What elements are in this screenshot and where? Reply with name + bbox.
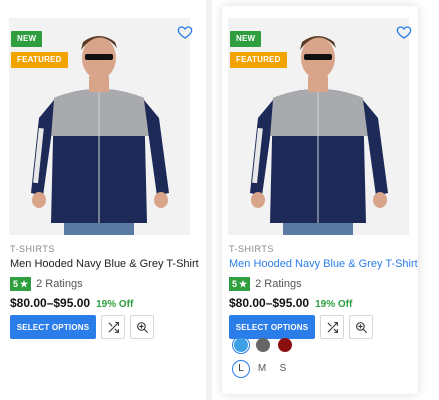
quick-view-button[interactable] — [349, 315, 373, 339]
shuffle-icon — [108, 321, 119, 333]
product-title[interactable]: Men Hooded Navy Blue & Grey T-Shirt — [10, 258, 199, 270]
shuffle-icon — [327, 321, 338, 333]
color-swatch-blue[interactable] — [234, 338, 248, 352]
heart-icon[interactable] — [177, 24, 193, 40]
rating-badge: 5 ★ — [229, 277, 251, 291]
rating-badge: 5 ★ — [10, 277, 32, 291]
discount-label: 19% Off — [315, 299, 353, 310]
rating-value: 5 — [13, 279, 19, 289]
product-image[interactable] — [9, 18, 190, 235]
new-badge: NEW — [230, 31, 262, 47]
rating-row: 5 ★ 2 Ratings — [229, 277, 302, 291]
size-option-l[interactable]: L — [232, 360, 250, 378]
size-option-s[interactable]: S — [274, 360, 292, 378]
price-row: $80.00–$95.00 19% Off — [229, 296, 352, 310]
product-card[interactable]: NEW FEATURED T-SHIRTS Men Hooded Navy Bl… — [3, 6, 199, 394]
compare-button[interactable] — [101, 315, 125, 339]
column-divider — [206, 0, 212, 400]
product-image[interactable] — [228, 18, 409, 235]
product-category[interactable]: T-SHIRTS — [229, 244, 274, 254]
new-badge: NEW — [11, 31, 43, 47]
select-options-button[interactable]: SELECT OPTIONS — [10, 315, 96, 339]
rating-row: 5 ★ 2 Ratings — [10, 277, 83, 291]
price-range: $80.00–$95.00 — [229, 296, 310, 310]
zoom-in-icon — [355, 321, 367, 333]
rating-value: 5 — [232, 279, 238, 289]
price-range: $80.00–$95.00 — [10, 296, 91, 310]
heart-icon[interactable] — [396, 24, 412, 40]
zoom-in-icon — [136, 321, 148, 333]
product-title[interactable]: Men Hooded Navy Blue & Grey T-Shirt — [229, 258, 418, 270]
size-option-m[interactable]: M — [253, 360, 271, 378]
ratings-count: 2 Ratings — [255, 278, 302, 290]
price-row: $80.00–$95.00 19% Off — [10, 296, 133, 310]
featured-badge: FEATURED — [230, 52, 287, 68]
compare-button[interactable] — [320, 315, 344, 339]
star-icon: ★ — [20, 279, 29, 289]
star-icon: ★ — [239, 279, 248, 289]
product-category[interactable]: T-SHIRTS — [10, 244, 55, 254]
quick-view-button[interactable] — [130, 315, 154, 339]
product-card-hovered[interactable]: NEW FEATURED T-SHIRTS Men Hooded Navy Bl… — [222, 6, 418, 394]
color-swatch-grey[interactable] — [256, 338, 270, 352]
discount-label: 19% Off — [96, 299, 134, 310]
ratings-count: 2 Ratings — [36, 278, 83, 290]
featured-badge: FEATURED — [11, 52, 68, 68]
color-swatch-red[interactable] — [278, 338, 292, 352]
